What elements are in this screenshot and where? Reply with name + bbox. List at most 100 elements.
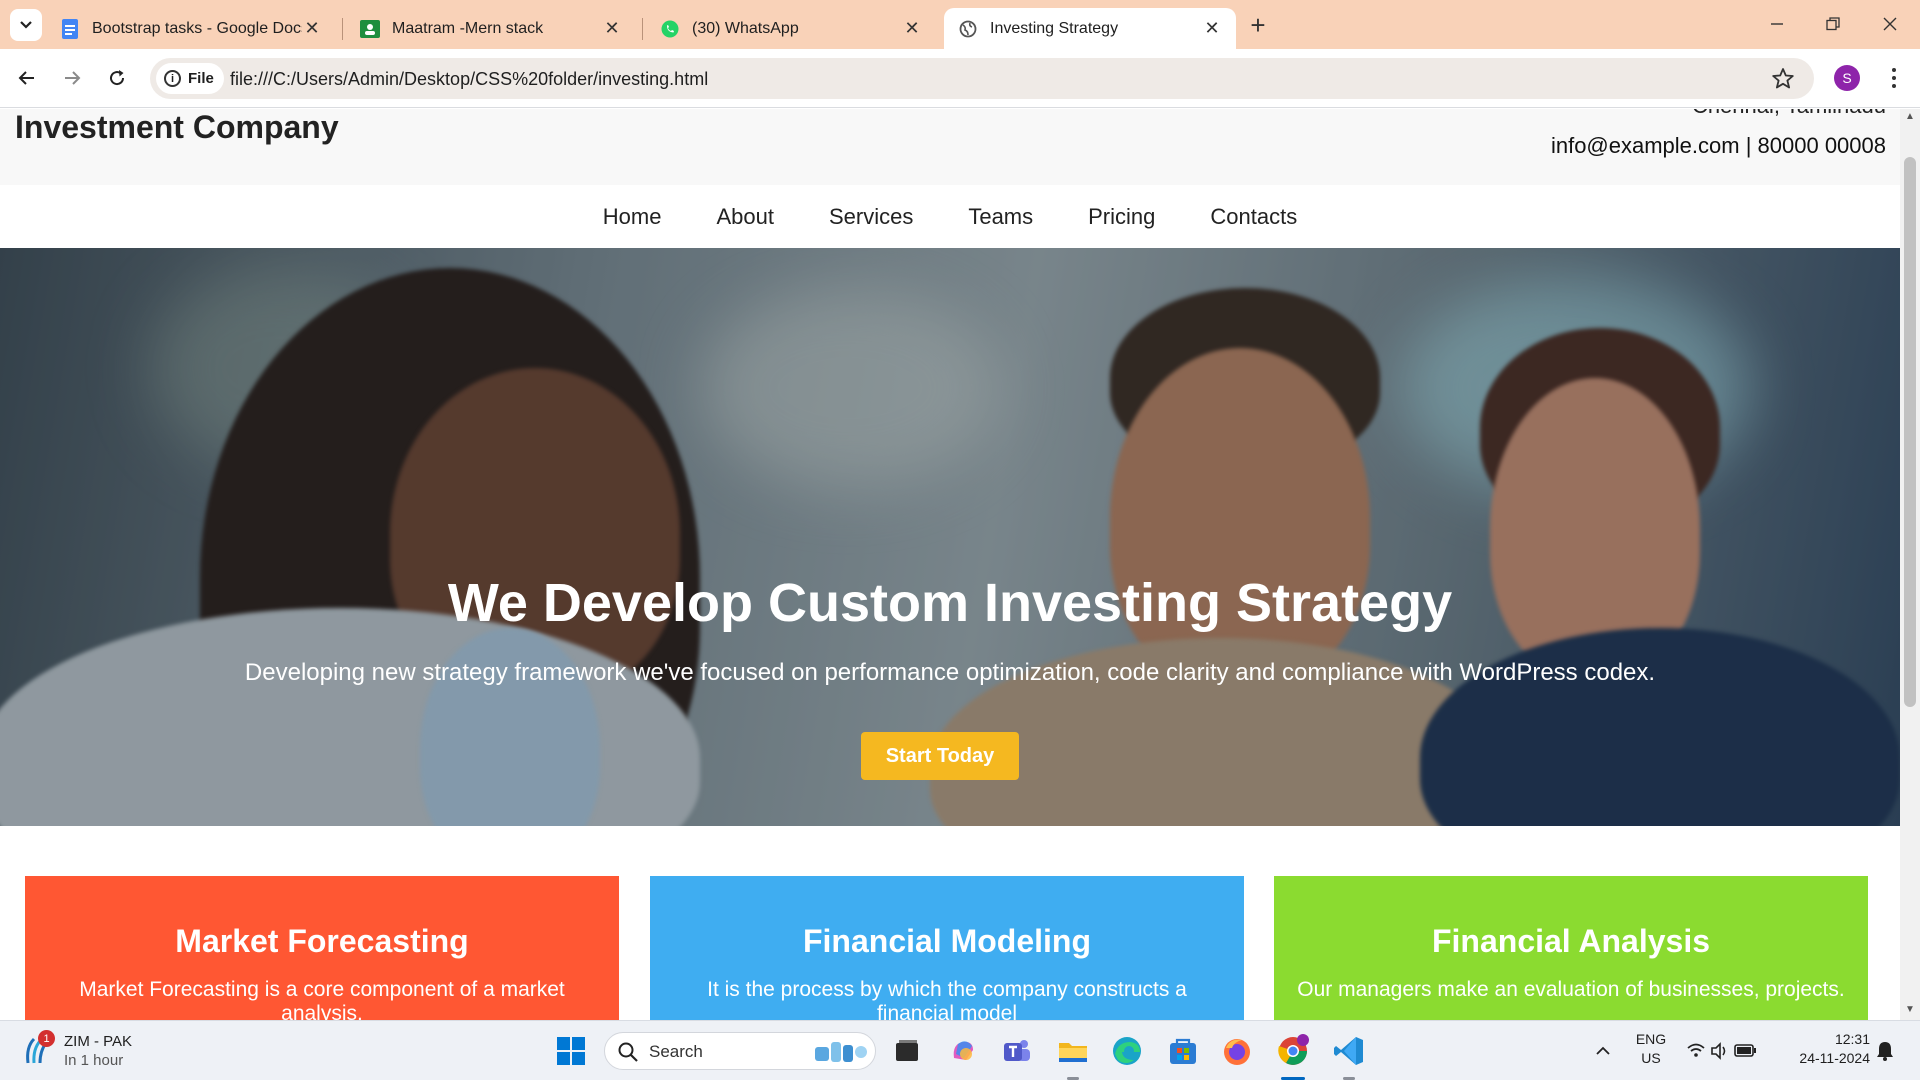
- weather-title: ZIM - PAK: [64, 1033, 133, 1050]
- brand-name: Investment Company: [15, 109, 339, 145]
- address-bar[interactable]: i File file:///C:/Users/Admin/Desktop/CS…: [150, 58, 1814, 99]
- battery-icon: [1734, 1044, 1756, 1057]
- browser-toolbar: i File file:///C:/Users/Admin/Desktop/CS…: [0, 49, 1920, 108]
- chrome-icon[interactable]: [1276, 1034, 1310, 1068]
- info-icon: i: [164, 70, 181, 87]
- header-contact: info@example.com | 80000 00008: [1550, 133, 1886, 158]
- firefox-icon[interactable]: [1220, 1034, 1254, 1068]
- language-indicator[interactable]: ENG US: [1628, 1031, 1674, 1066]
- close-icon[interactable]: ✕: [602, 18, 622, 39]
- nav-teams[interactable]: Teams: [968, 204, 1033, 230]
- taskbar-search[interactable]: Search: [604, 1032, 876, 1070]
- main-navigation: Home About Services Teams Pricing Contac…: [0, 185, 1900, 248]
- nav-services[interactable]: Services: [829, 204, 913, 230]
- clock-time: 12:31: [1834, 1031, 1870, 1047]
- nav-about[interactable]: About: [716, 204, 774, 230]
- bookmark-star-icon[interactable]: [1770, 66, 1796, 92]
- notification-badge: 1: [38, 1030, 55, 1047]
- windows-start-icon[interactable]: [554, 1034, 588, 1068]
- back-button[interactable]: [10, 61, 44, 95]
- close-icon[interactable]: ✕: [302, 18, 322, 39]
- clock-date: 24-11-2024: [1799, 1050, 1870, 1066]
- tab-title: Maatram -Mern stack: [392, 19, 544, 37]
- tab-separator: [642, 18, 643, 40]
- file-chip-label: File: [188, 70, 214, 87]
- system-tray-status[interactable]: [1682, 1034, 1762, 1068]
- url-text[interactable]: file:///C:/Users/Admin/Desktop/CSS%20fol…: [230, 69, 708, 90]
- windows-taskbar: 1 ZIM - PAK In 1 hour Search ENG US 12:3…: [0, 1020, 1920, 1080]
- whatsapp-icon: [660, 19, 680, 39]
- language-code: ENG: [1635, 1031, 1667, 1047]
- close-icon[interactable]: ✕: [902, 18, 922, 39]
- tab-maatram[interactable]: Maatram -Mern stack ✕: [346, 8, 636, 49]
- show-hidden-icons-button[interactable]: [1586, 1034, 1620, 1068]
- site-header: Investment Company Chennai, Tamilnadu in…: [0, 109, 1900, 185]
- google-docs-icon: [60, 18, 80, 39]
- teams-icon[interactable]: [1000, 1034, 1034, 1068]
- close-icon: [1883, 17, 1897, 31]
- nav-pricing[interactable]: Pricing: [1088, 204, 1155, 230]
- search-icon: [618, 1042, 638, 1062]
- hero-subtitle: Developing new strategy framework we've …: [244, 659, 1656, 686]
- hero-title: We Develop Custom Investing Strategy: [447, 573, 1453, 633]
- tab-separator: [342, 18, 343, 40]
- reload-icon: [110, 70, 125, 86]
- header-location: Chennai, Tamilnadu: [1692, 109, 1886, 119]
- classroom-icon: [360, 19, 380, 39]
- microsoft-store-icon[interactable]: [1166, 1034, 1200, 1068]
- scroll-down-arrow[interactable]: ▼: [1904, 1004, 1916, 1016]
- tab-investing-strategy[interactable]: Investing Strategy ✕: [944, 8, 1236, 49]
- profile-avatar[interactable]: S: [1834, 65, 1860, 91]
- tab-title: (30) WhatsApp: [692, 19, 799, 37]
- wifi-icon: [1687, 1043, 1705, 1057]
- forward-button[interactable]: [55, 61, 89, 95]
- scroll-up-arrow[interactable]: ▲: [1904, 111, 1916, 123]
- nav-contacts[interactable]: Contacts: [1210, 204, 1297, 230]
- card-text: Our managers make an evaluation of busin…: [1297, 978, 1845, 1001]
- minimize-button[interactable]: [1757, 10, 1797, 38]
- edge-icon[interactable]: [1110, 1034, 1144, 1068]
- task-view-icon[interactable]: [890, 1034, 924, 1068]
- browser-menu-button[interactable]: [1882, 63, 1906, 93]
- chevron-up-icon: [1596, 1046, 1610, 1055]
- card-market-forecasting: Market Forecasting Market Forecasting is…: [25, 876, 619, 1020]
- page-scrollbar[interactable]: ▲ ▼: [1900, 109, 1920, 1020]
- tab-whatsapp[interactable]: (30) WhatsApp ✕: [646, 8, 936, 49]
- restore-icon: [1826, 17, 1840, 31]
- arrow-left-icon: [18, 71, 34, 85]
- card-text: It is the process by which the company c…: [707, 978, 1187, 1020]
- reload-button[interactable]: [100, 61, 134, 95]
- close-icon[interactable]: ✕: [1202, 18, 1222, 39]
- new-tab-button[interactable]: +: [1244, 12, 1272, 40]
- start-today-button[interactable]: Start Today: [861, 732, 1019, 780]
- site-info-chip[interactable]: i File: [156, 63, 224, 94]
- card-title: Financial Analysis: [1431, 923, 1711, 959]
- close-window-button[interactable]: [1870, 10, 1910, 38]
- scroll-thumb[interactable]: [1904, 157, 1916, 707]
- weather-widget[interactable]: 1 ZIM - PAK In 1 hour: [24, 1030, 174, 1071]
- notification-bell-icon[interactable]: [1870, 1034, 1900, 1068]
- browser-tab-strip: Bootstrap tasks - Google Docs ✕ Maatram …: [0, 0, 1920, 49]
- card-text: Market Forecasting is a core component o…: [79, 978, 565, 1020]
- language-region: US: [1641, 1050, 1661, 1066]
- services-cards: Market Forecasting Market Forecasting is…: [0, 826, 1900, 1020]
- card-title: Market Forecasting: [175, 923, 469, 959]
- nav-home[interactable]: Home: [603, 204, 662, 230]
- tab-google-docs[interactable]: Bootstrap tasks - Google Docs ✕: [46, 8, 336, 49]
- copilot-icon[interactable]: [946, 1034, 980, 1068]
- tab-search-button[interactable]: [10, 9, 42, 41]
- search-highlight-icon: [815, 1042, 867, 1062]
- weather-subtitle: In 1 hour: [64, 1052, 124, 1069]
- vscode-icon[interactable]: [1332, 1034, 1366, 1068]
- file-explorer-icon[interactable]: [1056, 1034, 1090, 1068]
- minimize-icon: [1771, 23, 1783, 25]
- clock[interactable]: 12:31 24-11-2024: [1784, 1031, 1870, 1066]
- card-financial-analysis: Financial Analysis Our managers make an …: [1274, 876, 1868, 1020]
- restore-button[interactable]: [1813, 10, 1853, 38]
- arrow-right-icon: [65, 71, 81, 85]
- hero-section: We Develop Custom Investing Strategy Dev…: [0, 248, 1900, 826]
- card-title: Financial Modeling: [802, 923, 1091, 959]
- card-financial-modeling: Financial Modeling It is the process by …: [650, 876, 1244, 1020]
- volume-icon: [1711, 1042, 1726, 1060]
- search-placeholder: Search: [649, 1042, 703, 1061]
